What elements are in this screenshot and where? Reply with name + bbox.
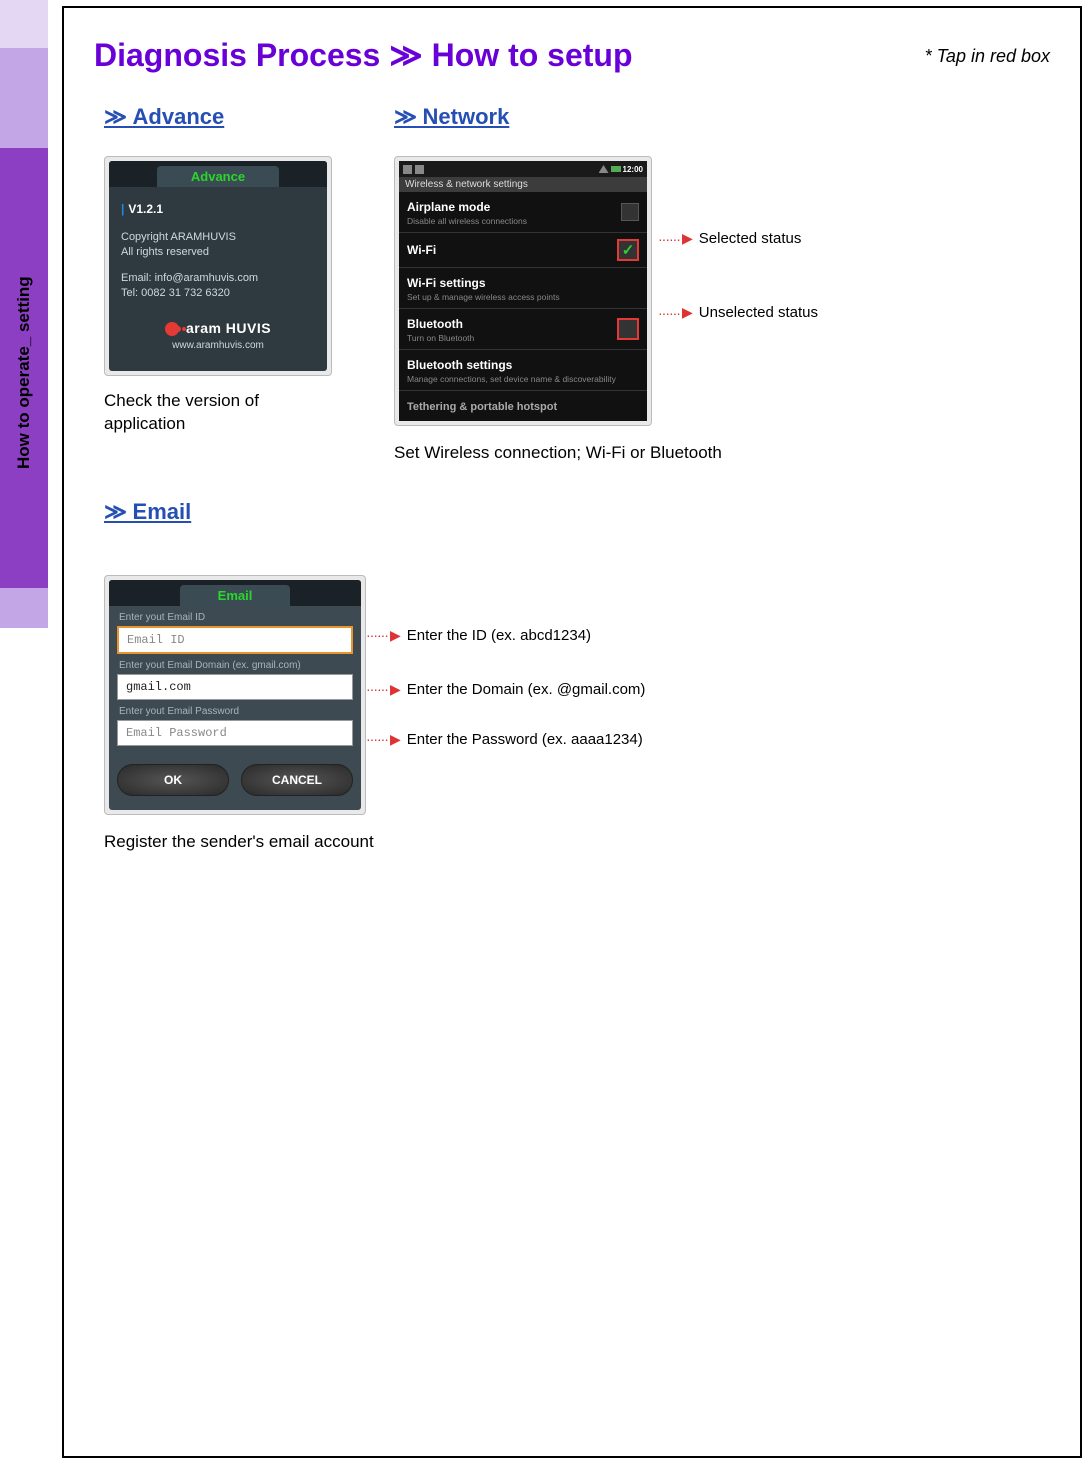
row-bluetooth[interactable]: BluetoothTurn on Bluetooth: [399, 309, 647, 350]
lbl-email-id: Enter yout Email ID: [109, 606, 361, 626]
email-line: Email: info@aramhuvis.com: [121, 271, 315, 286]
network-heading: ≫ Network: [394, 104, 509, 130]
row-wifi[interactable]: Wi-Fi: [399, 233, 647, 268]
hint-text: * Tap in red box: [925, 46, 1050, 67]
callout-email-domain: ······▶Enter the Domain (ex. @gmail.com): [366, 681, 645, 698]
advance-tab[interactable]: Advance: [157, 166, 279, 187]
sidebar-accent-1: [0, 0, 48, 48]
input-email-domain[interactable]: gmail.com: [117, 674, 353, 700]
checkbox-wifi[interactable]: [617, 239, 639, 261]
brand-url: www.aramhuvis.com: [121, 339, 315, 353]
lbl-email-password: Enter yout Email Password: [109, 700, 361, 720]
row-tethering[interactable]: Tethering & portable hotspot: [399, 391, 647, 421]
version-label: |V1.2.1: [121, 201, 315, 218]
callout-unselected: ······▶Unselected status: [658, 304, 818, 321]
copyright-text: Copyright ARAMHUVIS All rights reserved: [121, 230, 315, 261]
row-bluetooth-settings[interactable]: Bluetooth settingsManage connections, se…: [399, 350, 647, 391]
advance-caption: Check the version of application: [104, 390, 314, 436]
network-header: Wireless & network settings: [399, 177, 647, 192]
callout-selected: ······▶Selected status: [658, 230, 801, 247]
status-icon: [403, 165, 412, 174]
email-tab[interactable]: Email: [180, 585, 291, 606]
wifi-signal-icon: [599, 165, 609, 173]
tel-line: Tel: 0082 31 732 6320: [121, 286, 315, 301]
checkbox-bluetooth[interactable]: [617, 318, 639, 340]
cancel-button[interactable]: CANCEL: [241, 764, 353, 796]
advance-heading: ≫ Advance: [104, 104, 224, 130]
page-title: Diagnosis Process ≫ How to setup: [94, 36, 633, 74]
email-caption: Register the sender's email account: [104, 831, 1050, 854]
ok-button[interactable]: OK: [117, 764, 229, 796]
input-email-id[interactable]: Email ID: [117, 626, 353, 654]
email-device-mock: Email Enter yout Email ID Email ID Enter…: [104, 575, 366, 815]
callout-email-password: ······▶Enter the Password (ex. aaaa1234): [366, 731, 643, 748]
callout-email-id: ······▶Enter the ID (ex. abcd1234): [366, 627, 591, 644]
status-icon: [415, 165, 424, 174]
brand-logo-text: aram HUVIS: [186, 320, 271, 336]
battery-icon: [611, 166, 621, 172]
lbl-email-domain: Enter yout Email Domain (ex. gmail.com): [109, 654, 361, 674]
row-wifi-settings[interactable]: Wi-Fi settingsSet up & manage wireless a…: [399, 268, 647, 309]
network-device-mock: 12:00 Wireless & network settings Airpla…: [394, 156, 652, 426]
advance-device-mock: Advance |V1.2.1 Copyright ARAMHUVIS All …: [104, 156, 332, 376]
network-caption: Set Wireless connection; Wi-Fi or Blueto…: [394, 442, 1050, 465]
sidebar-accent-3: [0, 588, 48, 628]
email-heading: ≫ Email: [104, 499, 191, 525]
sidebar-accent-2: [0, 48, 48, 148]
input-email-password[interactable]: Email Password: [117, 720, 353, 746]
brand-logo-icon: [165, 322, 179, 336]
clock-label: 12:00: [623, 165, 643, 174]
row-airplane[interactable]: Airplane modeDisable all wireless connec…: [399, 192, 647, 233]
page-frame: Diagnosis Process ≫ How to setup * Tap i…: [62, 6, 1082, 1458]
sidebar-label: How to operate_ setting: [0, 158, 48, 588]
checkbox-airplane[interactable]: [621, 203, 639, 221]
